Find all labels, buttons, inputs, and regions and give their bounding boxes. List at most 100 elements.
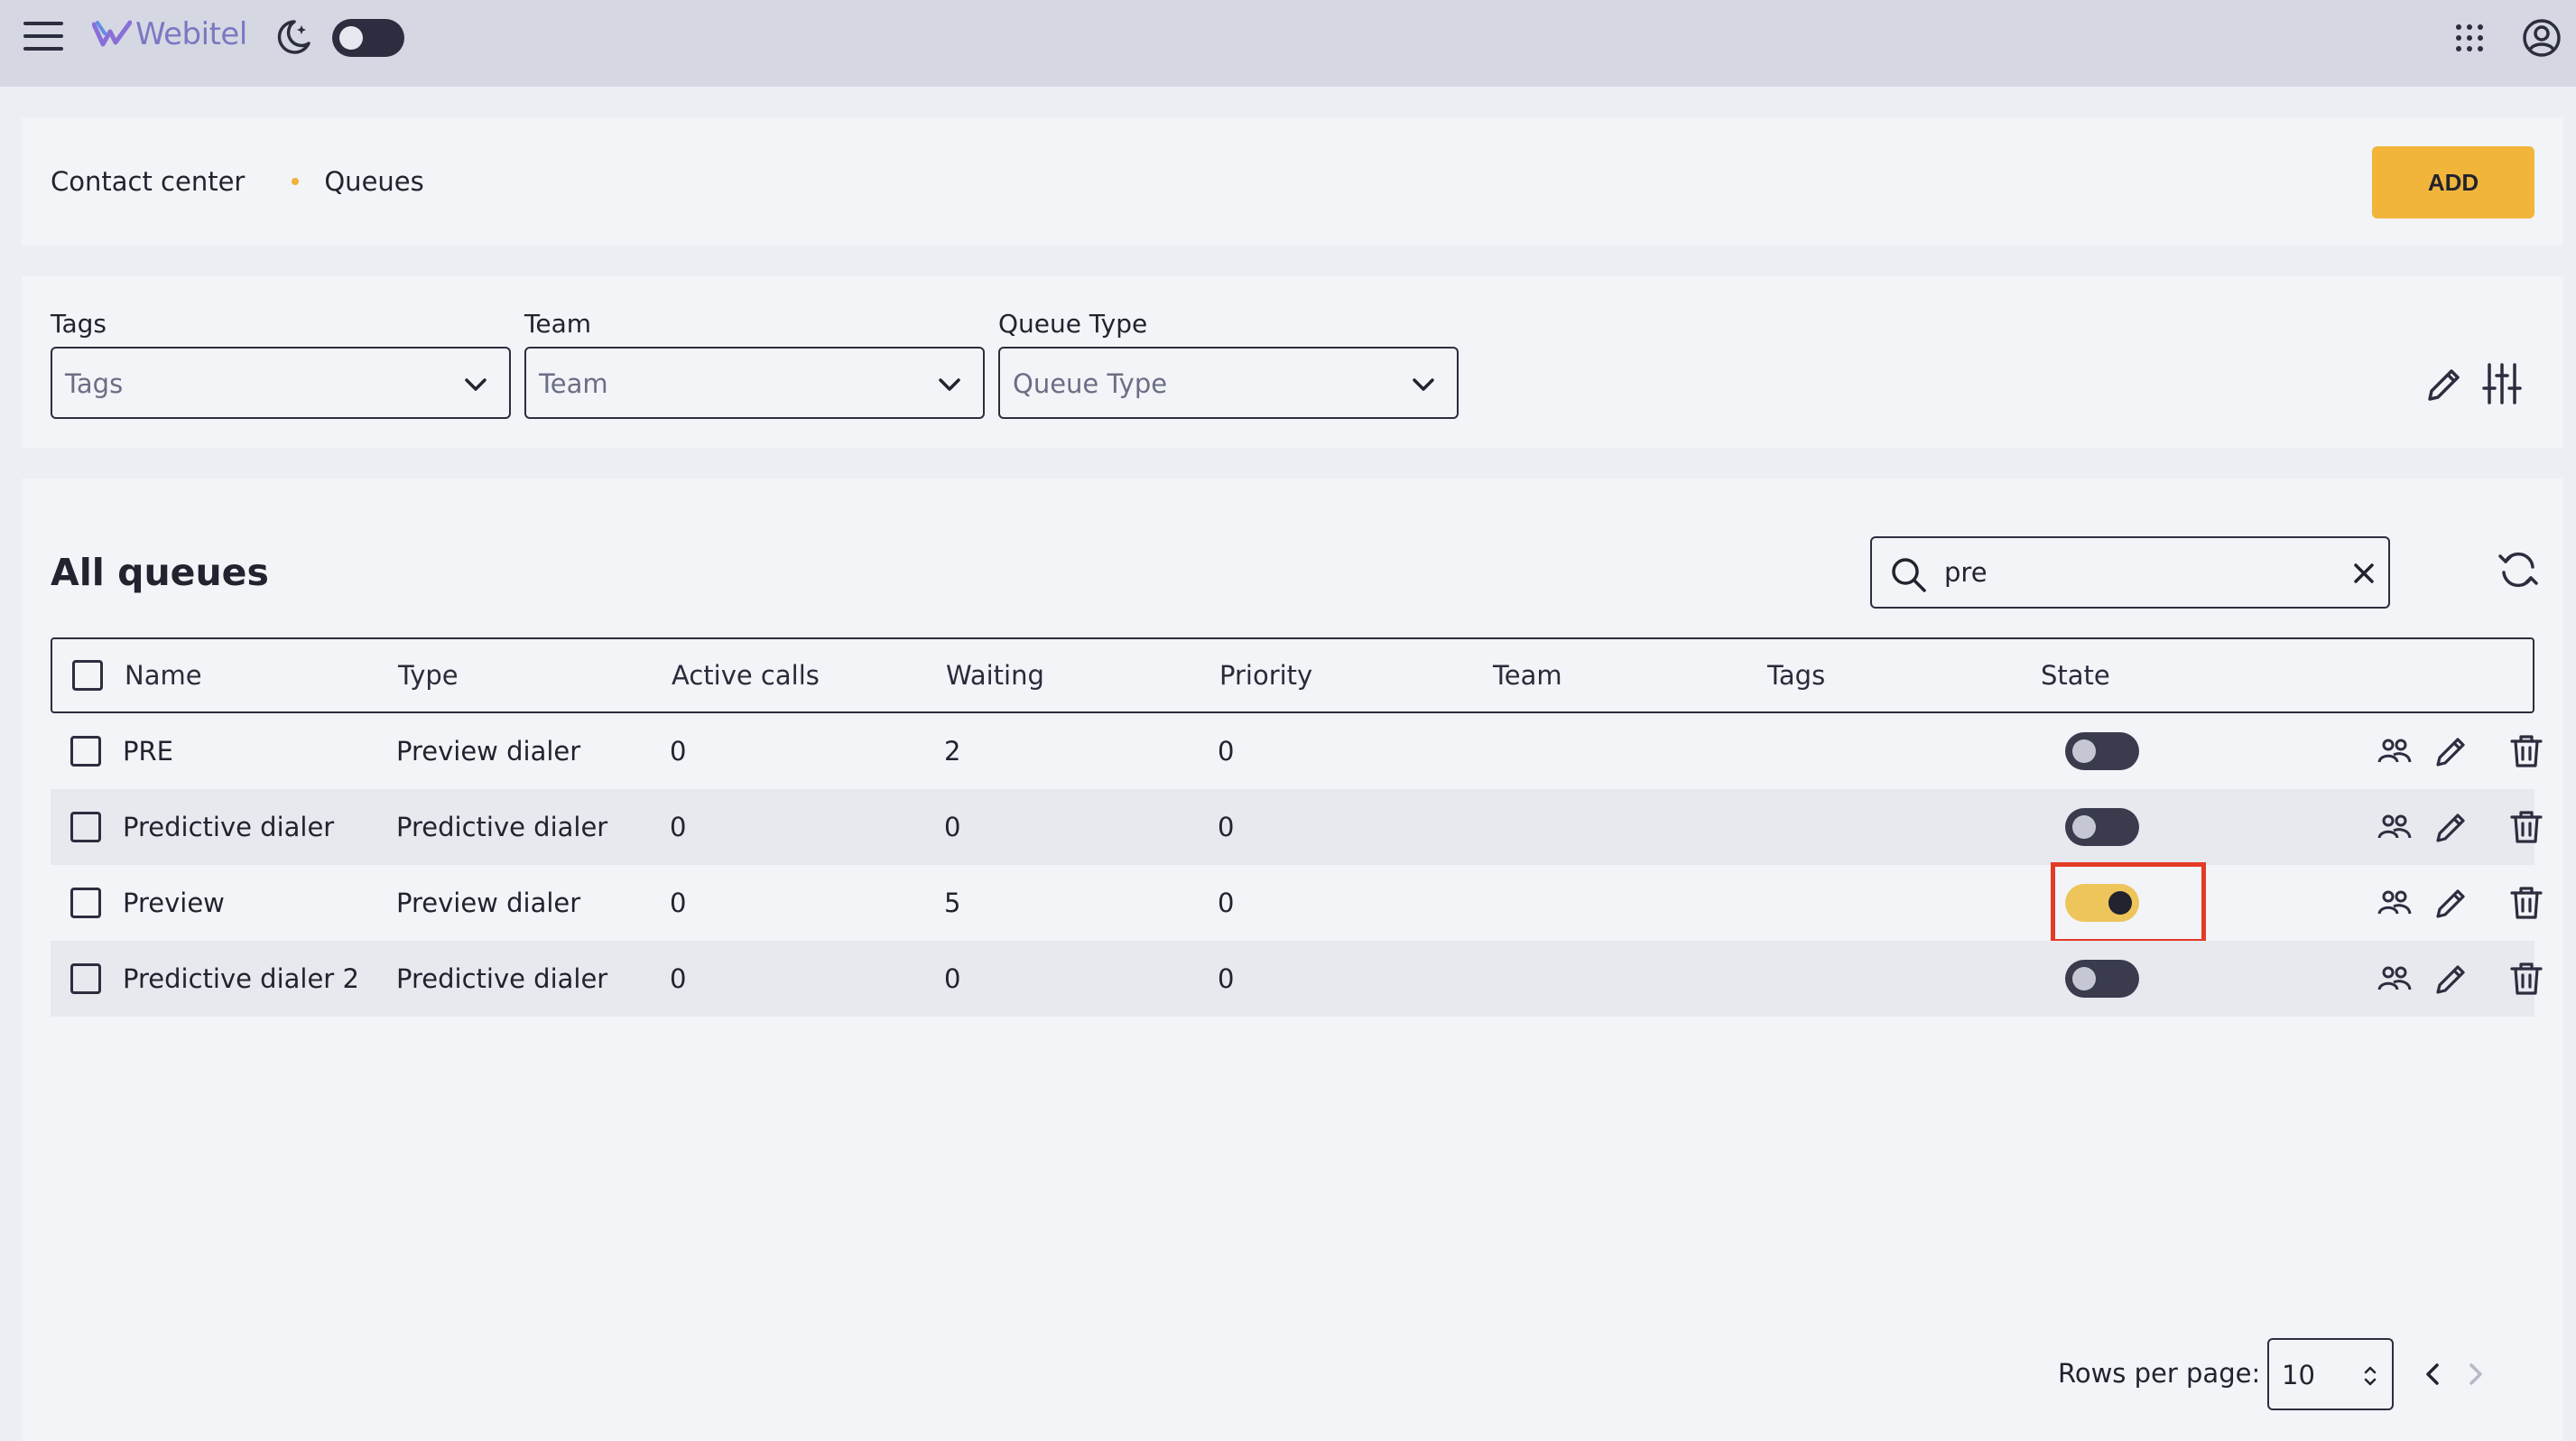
logo: Webitel bbox=[92, 16, 247, 52]
cell-type: Predictive dialer bbox=[396, 812, 608, 842]
state-toggle[interactable] bbox=[2065, 884, 2139, 922]
add-button[interactable]: ADD bbox=[2372, 146, 2534, 218]
edit-icon[interactable] bbox=[2432, 807, 2471, 847]
members-icon[interactable] bbox=[2375, 959, 2414, 999]
cell-active-calls: 0 bbox=[670, 736, 687, 767]
select-all-checkbox[interactable] bbox=[72, 660, 103, 691]
rows-per-page-label: Rows per page: bbox=[2058, 1358, 2261, 1389]
breadcrumb-panel: Contact center Queues ADD bbox=[22, 117, 2563, 246]
delete-icon[interactable] bbox=[2507, 883, 2546, 923]
rows-per-page-select[interactable]: 10 bbox=[2267, 1338, 2394, 1410]
delete-icon[interactable] bbox=[2507, 731, 2546, 771]
table-row[interactable]: Predictive dialer Predictive dialer 0 0 0 bbox=[51, 789, 2543, 865]
column-header-state[interactable]: State bbox=[2041, 639, 2110, 711]
column-header-name[interactable]: Name bbox=[125, 639, 202, 711]
webitel-logo-icon bbox=[92, 20, 132, 47]
cell-priority: 0 bbox=[1218, 963, 1235, 994]
queue-type-select[interactable]: Queue Type bbox=[998, 347, 1459, 419]
chevron-right-icon[interactable] bbox=[2460, 1360, 2489, 1389]
members-icon[interactable] bbox=[2375, 731, 2414, 771]
cell-active-calls: 0 bbox=[670, 888, 687, 918]
cell-name[interactable]: Preview bbox=[123, 865, 225, 941]
apps-grid-icon[interactable] bbox=[2453, 22, 2486, 54]
breadcrumb-item-contact-center[interactable]: Contact center bbox=[51, 166, 245, 197]
chevron-down-icon bbox=[1413, 378, 1434, 391]
row-checkbox-cell bbox=[70, 789, 101, 865]
edit-icon[interactable] bbox=[2432, 883, 2471, 923]
table-row[interactable]: PRE Preview dialer 0 2 0 bbox=[51, 713, 2543, 789]
chevron-down-icon bbox=[939, 378, 960, 391]
row-checkbox[interactable] bbox=[70, 812, 101, 842]
table-row[interactable]: Preview Preview dialer 0 5 0 bbox=[51, 862, 2543, 944]
tags-filter: Tags Tags bbox=[51, 309, 511, 419]
cell-waiting: 5 bbox=[944, 888, 961, 918]
cell-priority: 0 bbox=[1218, 812, 1235, 842]
toggle-knob bbox=[2072, 815, 2096, 839]
tags-select[interactable]: Tags bbox=[51, 347, 511, 419]
state-toggle[interactable] bbox=[2065, 732, 2139, 770]
pagination: Rows per page: 10 bbox=[2058, 1338, 2563, 1410]
column-header-type[interactable]: Type bbox=[398, 639, 459, 711]
cell-priority: 0 bbox=[1218, 888, 1235, 918]
table-row[interactable]: Predictive dialer 2 Predictive dialer 0 0 0 bbox=[51, 941, 2543, 1017]
cell-active-calls: 0 bbox=[670, 963, 687, 994]
filters-panel: Tags Tags Team Team Queue Type Queue Typ… bbox=[22, 276, 2563, 448]
menu-icon[interactable] bbox=[23, 22, 63, 54]
state-toggle[interactable] bbox=[2065, 960, 2139, 998]
clear-filters-pencil-icon[interactable] bbox=[2423, 363, 2466, 406]
chevron-left-icon[interactable] bbox=[2419, 1360, 2448, 1389]
team-filter: Team Team bbox=[524, 309, 985, 419]
refresh-icon[interactable] bbox=[2497, 547, 2540, 592]
state-toggle[interactable] bbox=[2065, 808, 2139, 846]
members-icon[interactable] bbox=[2375, 807, 2414, 847]
queue-type-select-placeholder: Queue Type bbox=[1013, 368, 1168, 399]
edit-icon[interactable] bbox=[2432, 731, 2471, 771]
queues-panel: All queues Name Type Active calls Waitin… bbox=[22, 479, 2563, 1441]
top-bar: Webitel bbox=[0, 0, 2576, 87]
cell-name[interactable]: PRE bbox=[123, 713, 173, 789]
row-checkbox[interactable] bbox=[70, 963, 101, 994]
breadcrumb: Contact center Queues bbox=[51, 117, 424, 246]
delete-icon[interactable] bbox=[2507, 959, 2546, 999]
column-header-team[interactable]: Team bbox=[1493, 639, 1562, 711]
toggle-knob bbox=[2108, 891, 2132, 915]
breadcrumb-item-queues: Queues bbox=[324, 166, 424, 197]
breadcrumb-separator bbox=[292, 178, 300, 185]
row-checkbox-cell bbox=[70, 865, 101, 941]
table-header: Name Type Active calls Waiting Priority … bbox=[51, 637, 2534, 713]
search-box bbox=[1870, 536, 2390, 609]
sliders-icon[interactable] bbox=[2480, 361, 2524, 406]
theme-toggle[interactable] bbox=[332, 19, 404, 57]
queue-type-filter-label: Queue Type bbox=[998, 309, 1148, 339]
column-header-active-calls[interactable]: Active calls bbox=[672, 639, 820, 711]
page-title: All queues bbox=[51, 551, 269, 594]
team-select[interactable]: Team bbox=[524, 347, 985, 419]
delete-icon[interactable] bbox=[2507, 807, 2546, 847]
column-header-waiting[interactable]: Waiting bbox=[946, 639, 1044, 711]
queues-table: Name Type Active calls Waiting Priority … bbox=[51, 637, 2543, 1017]
team-select-placeholder: Team bbox=[539, 368, 608, 399]
row-checkbox-cell bbox=[70, 713, 101, 789]
search-input[interactable] bbox=[1944, 551, 2305, 594]
cell-type: Preview dialer bbox=[396, 736, 581, 767]
table-body: PRE Preview dialer 0 2 0 Predictive dialer Pre… bbox=[51, 713, 2543, 1017]
cell-name[interactable]: Predictive dialer 2 bbox=[123, 941, 359, 1017]
column-header-priority[interactable]: Priority bbox=[1219, 639, 1312, 711]
logo-text: Webitel bbox=[135, 16, 247, 52]
toggle-knob bbox=[2072, 739, 2096, 763]
row-checkbox[interactable] bbox=[70, 888, 101, 918]
team-filter-label: Team bbox=[524, 309, 592, 339]
tags-filter-label: Tags bbox=[51, 309, 107, 339]
moon-icon bbox=[277, 20, 310, 54]
column-header-tags[interactable]: Tags bbox=[1767, 639, 1825, 711]
members-icon[interactable] bbox=[2375, 883, 2414, 923]
cell-name[interactable]: Predictive dialer bbox=[123, 789, 334, 865]
cell-waiting: 2 bbox=[944, 736, 961, 767]
row-checkbox[interactable] bbox=[70, 736, 101, 767]
account-icon[interactable] bbox=[2521, 17, 2562, 59]
cell-waiting: 0 bbox=[944, 812, 961, 842]
chevron-down-icon bbox=[465, 378, 486, 391]
stepper-icon bbox=[2364, 1366, 2377, 1386]
edit-icon[interactable] bbox=[2432, 959, 2471, 999]
close-icon[interactable] bbox=[2352, 562, 2376, 585]
